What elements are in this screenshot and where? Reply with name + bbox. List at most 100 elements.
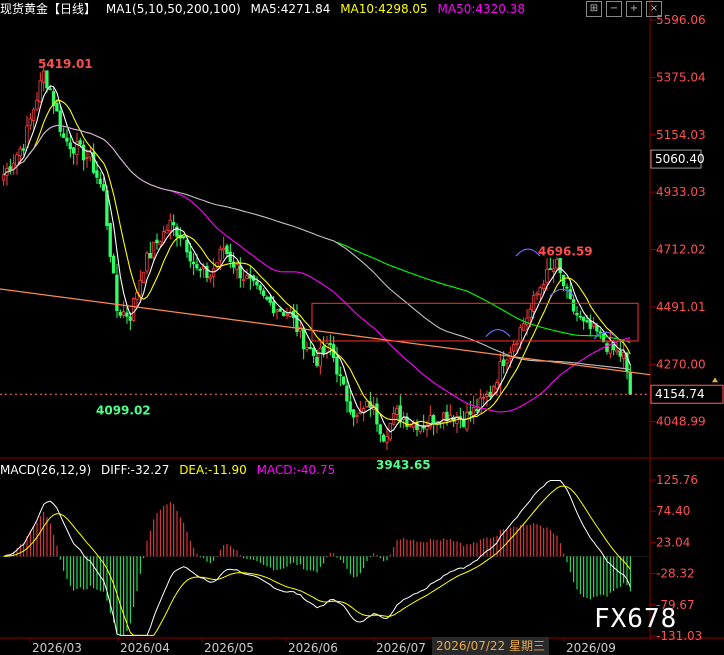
candle-body — [628, 371, 632, 395]
candle-body — [165, 229, 169, 234]
candle-body — [608, 340, 612, 354]
candle-body — [551, 268, 556, 272]
candle-body — [345, 385, 349, 402]
candle-body — [45, 70, 49, 89]
candle-body — [171, 222, 176, 226]
candle-body — [41, 70, 46, 83]
chart-toolbar: ⊞ − + × — [586, 1, 662, 17]
candle-body — [101, 184, 106, 191]
x-tick-label: 2026/07 — [376, 641, 426, 655]
price-annotation: 4099.02 — [96, 404, 151, 418]
candle-body — [108, 223, 112, 257]
trend-line — [0, 288, 651, 376]
candle-body — [168, 219, 172, 232]
ma50-value: MA50:4320.38 — [437, 2, 526, 16]
candle-body — [481, 396, 486, 399]
ma5-value: MA5:4271.84 — [250, 2, 331, 16]
candle-body — [55, 102, 59, 112]
crosshair-price-label: 5060.40 — [655, 152, 705, 166]
candle-body — [258, 285, 262, 291]
candle-body — [558, 257, 562, 274]
candle-body — [265, 296, 269, 300]
candle-body — [78, 140, 82, 145]
grid-icon[interactable]: ⊞ — [586, 1, 602, 17]
arc-mark — [485, 328, 511, 337]
candle-body — [535, 293, 539, 296]
candle-body — [58, 110, 62, 132]
candle-body — [528, 308, 532, 318]
chart-header: 现货黄金【日线】 MA1(5,10,50,200,100) MA5:4271.8… — [0, 0, 650, 18]
fx678-watermark: FX678 — [594, 604, 678, 634]
candle-body — [8, 166, 12, 171]
candle-body — [575, 313, 579, 316]
candle-body — [61, 133, 66, 138]
ma50-line — [3, 124, 631, 413]
candle-body — [465, 411, 469, 430]
macd-tick-label: 125.76 — [656, 473, 698, 487]
candle-body — [15, 154, 19, 166]
price-annotation: 4696.59 — [538, 245, 593, 259]
candle-body — [381, 434, 386, 442]
crosshair-date-badge: 2026/07/22 星期三 — [432, 637, 549, 655]
candle-body — [125, 312, 129, 317]
candle-body — [351, 409, 356, 418]
candle-body — [111, 255, 116, 274]
candle-body — [518, 327, 522, 342]
candle-body — [591, 323, 596, 327]
candle-body — [545, 268, 549, 283]
close-icon[interactable]: × — [646, 1, 662, 17]
ma100-line — [3, 124, 631, 371]
candle-body — [38, 80, 42, 103]
candle-body — [281, 312, 286, 316]
candle-body — [348, 401, 352, 413]
candle-body — [241, 279, 246, 282]
plus-icon[interactable]: + — [626, 1, 642, 17]
x-tick-label: 2026/06 — [288, 641, 338, 655]
price-annotation: 5419.01 — [38, 57, 93, 71]
candle-body — [308, 346, 312, 350]
candle-body — [155, 239, 159, 244]
x-tick-label: 2026/05 — [204, 641, 254, 655]
candle-body — [181, 235, 186, 239]
candle-body — [585, 320, 589, 323]
y-tick-label: 4270.00 — [656, 357, 706, 371]
candle-body — [121, 311, 126, 316]
y-tick-label: 5596.06 — [656, 13, 706, 27]
candle-body — [65, 137, 69, 142]
candle-body — [485, 394, 489, 397]
candle-body — [361, 408, 366, 413]
symbol-title[interactable]: 现货黄金【日线】 — [0, 2, 96, 16]
candle-body — [395, 407, 399, 415]
candle-body — [445, 411, 449, 422]
candle-body — [98, 178, 102, 185]
candle-body — [261, 290, 266, 296]
candle-body — [341, 376, 346, 385]
candle-body — [431, 415, 436, 425]
candle-body — [335, 356, 339, 375]
candle-body — [225, 245, 229, 255]
candle-body — [448, 414, 452, 422]
candle-body — [571, 299, 576, 312]
candle-body — [81, 144, 86, 161]
candle-body — [505, 359, 509, 364]
candle-body — [391, 413, 396, 425]
candle-body — [31, 109, 36, 122]
candle-body — [161, 231, 166, 243]
y-tick-label: 5154.03 — [656, 128, 706, 142]
candle-body — [525, 317, 529, 326]
current-price-label: 4154.74 — [655, 387, 705, 401]
candle-body — [615, 349, 619, 353]
ma-params: MA1(5,10,50,200,100) — [105, 2, 241, 16]
macd-macd: MACD:-40.75 — [256, 463, 336, 477]
candle-body — [385, 436, 389, 443]
ma5-line — [3, 85, 631, 433]
candle-body — [315, 357, 319, 366]
x-tick-label: 2026/03 — [32, 641, 82, 655]
candle-body — [301, 327, 306, 350]
candle-body — [28, 118, 32, 126]
arc-mark — [515, 248, 541, 257]
candle-body — [275, 309, 279, 312]
macd-header: MACD(26,12,9) DIFF:-32.27 DEA:-11.90 MAC… — [0, 461, 650, 479]
candle-body — [238, 265, 242, 279]
minus-icon[interactable]: − — [606, 1, 622, 17]
